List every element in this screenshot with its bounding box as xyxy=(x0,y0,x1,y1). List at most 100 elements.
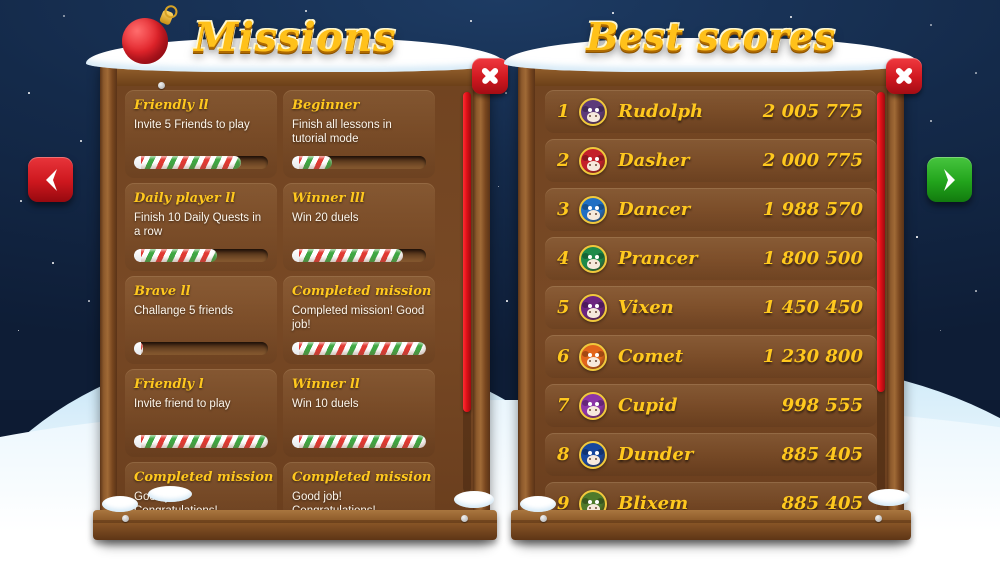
missions-panel: Friendly ll Invite 5 Friends to play Begin… xyxy=(100,60,490,540)
player-name: Rudolph xyxy=(618,101,763,122)
star xyxy=(305,10,307,12)
mission-progress-fill xyxy=(292,249,403,262)
star xyxy=(63,15,65,17)
score-row[interactable]: 7 Cupid 998 555 xyxy=(545,384,877,427)
score-row[interactable]: 6 Comet 1 230 800 xyxy=(545,335,877,378)
bolt-icon xyxy=(461,515,468,522)
mission-progress-bar xyxy=(292,435,426,448)
score-rank: 1 xyxy=(557,101,579,122)
star xyxy=(28,92,30,94)
chevron-right-icon xyxy=(939,167,961,193)
bolt-icon xyxy=(158,82,165,89)
player-score: 1 800 500 xyxy=(763,248,863,269)
scores-scrollbar-track[interactable] xyxy=(877,92,885,497)
scores-scrollbar-thumb[interactable] xyxy=(877,92,885,392)
frame-bottom xyxy=(93,510,497,540)
mission-progress-bar xyxy=(134,249,268,262)
mission-progress-fill xyxy=(134,435,268,448)
mission-description: Win 10 duels xyxy=(292,397,426,411)
score-row[interactable]: 9 Blixem 885 405 xyxy=(545,482,877,510)
snow-chunk xyxy=(148,486,192,502)
previous-page-button[interactable] xyxy=(28,157,73,202)
mission-progress-fill xyxy=(292,342,426,355)
star xyxy=(88,300,90,302)
frame-left xyxy=(518,60,535,540)
score-row[interactable]: 8 Dunder 885 405 xyxy=(545,433,877,476)
player-avatar xyxy=(579,490,607,511)
score-row[interactable]: 2 Dasher 2 000 775 xyxy=(545,139,877,182)
player-name: Blixem xyxy=(618,493,782,510)
player-score: 1 988 570 xyxy=(763,199,863,220)
mission-title: Daily player ll xyxy=(134,191,268,206)
missions-close-button[interactable] xyxy=(472,58,508,94)
snow-chunk xyxy=(454,491,494,508)
player-score: 885 405 xyxy=(782,444,863,465)
frame-bottom xyxy=(511,510,911,540)
player-name: Cupid xyxy=(618,395,782,416)
score-rank: 8 xyxy=(557,444,579,465)
mission-card[interactable]: Completed missionGood job! Congratulatio… xyxy=(283,462,435,510)
player-avatar xyxy=(579,294,607,322)
player-avatar xyxy=(579,441,607,469)
score-rank: 5 xyxy=(557,297,579,318)
mission-card[interactable]: Completed mission Completed mission! Good… xyxy=(283,276,435,364)
player-score: 1 230 800 xyxy=(763,346,863,367)
snow-chunk xyxy=(520,496,556,512)
player-name: Dancer xyxy=(618,199,763,220)
mission-progress-bar xyxy=(134,342,268,355)
mission-description: Win 20 duels xyxy=(292,211,426,225)
score-row[interactable]: 3 Dancer 1 988 570 xyxy=(545,188,877,231)
missions-scrollbar-track[interactable] xyxy=(463,92,471,492)
mission-title: Friendly ll xyxy=(134,98,268,113)
mission-card[interactable]: Completed missionGood job! Congratulatio… xyxy=(125,462,277,510)
score-rank: 2 xyxy=(557,150,579,171)
mission-card[interactable]: Brave ll Challange 5 friends xyxy=(125,276,277,364)
score-row[interactable]: 4 Prancer 1 800 500 xyxy=(545,237,877,280)
star xyxy=(20,200,22,202)
mission-card[interactable]: Friendly ll Invite 5 Friends to play xyxy=(125,90,277,178)
mission-title: Beginner xyxy=(292,98,426,113)
mission-progress-fill xyxy=(292,435,426,448)
missions-title: Missions xyxy=(100,14,490,61)
mission-title: Completed mission xyxy=(134,470,268,485)
player-avatar xyxy=(579,245,607,273)
player-avatar xyxy=(579,392,607,420)
mission-progress-bar xyxy=(134,435,268,448)
chevron-left-icon xyxy=(40,167,62,193)
score-row[interactable]: 5 Vixen 1 450 450 xyxy=(545,286,877,329)
snow-chunk xyxy=(102,496,138,512)
mission-card[interactable]: Friendly l Invite friend to play xyxy=(125,369,277,457)
star xyxy=(52,262,54,264)
player-score: 885 405 xyxy=(782,493,863,510)
player-avatar xyxy=(579,196,607,224)
score-row[interactable]: 1 Rudolph 2 005 775 xyxy=(545,90,877,133)
player-score: 2 005 775 xyxy=(763,101,863,122)
mission-title: Winner lll xyxy=(292,191,426,206)
mission-progress-bar xyxy=(292,342,426,355)
mission-card[interactable]: Winner ll Win 10 duels xyxy=(283,369,435,457)
next-page-button[interactable] xyxy=(927,157,972,202)
player-name: Dasher xyxy=(618,150,763,171)
mission-title: Brave ll xyxy=(134,284,268,299)
star xyxy=(975,290,977,292)
mission-title: Completed mission xyxy=(292,470,426,485)
bolt-icon xyxy=(122,515,129,522)
star xyxy=(505,92,507,94)
mission-title: Friendly l xyxy=(134,377,268,392)
snow-chunk xyxy=(868,489,910,506)
scores-close-button[interactable] xyxy=(886,58,922,94)
mission-description: Challange 5 friends xyxy=(134,304,268,318)
mission-progress-fill xyxy=(134,342,143,355)
score-rank: 9 xyxy=(557,493,579,510)
score-rank: 6 xyxy=(557,346,579,367)
score-rank: 3 xyxy=(557,199,579,220)
mission-progress-fill xyxy=(134,249,217,262)
mission-progress-bar xyxy=(292,156,426,169)
star xyxy=(930,120,932,122)
player-score: 1 450 450 xyxy=(763,297,863,318)
mission-card[interactable]: Winner lll Win 20 duels xyxy=(283,183,435,271)
mission-card[interactable]: Beginner Finish all lessons in tutorial m… xyxy=(283,90,435,178)
missions-scrollbar-thumb[interactable] xyxy=(463,92,471,412)
mission-card[interactable]: Daily player ll Finish 10 Daily Quests in… xyxy=(125,183,277,271)
bolt-icon xyxy=(875,515,882,522)
